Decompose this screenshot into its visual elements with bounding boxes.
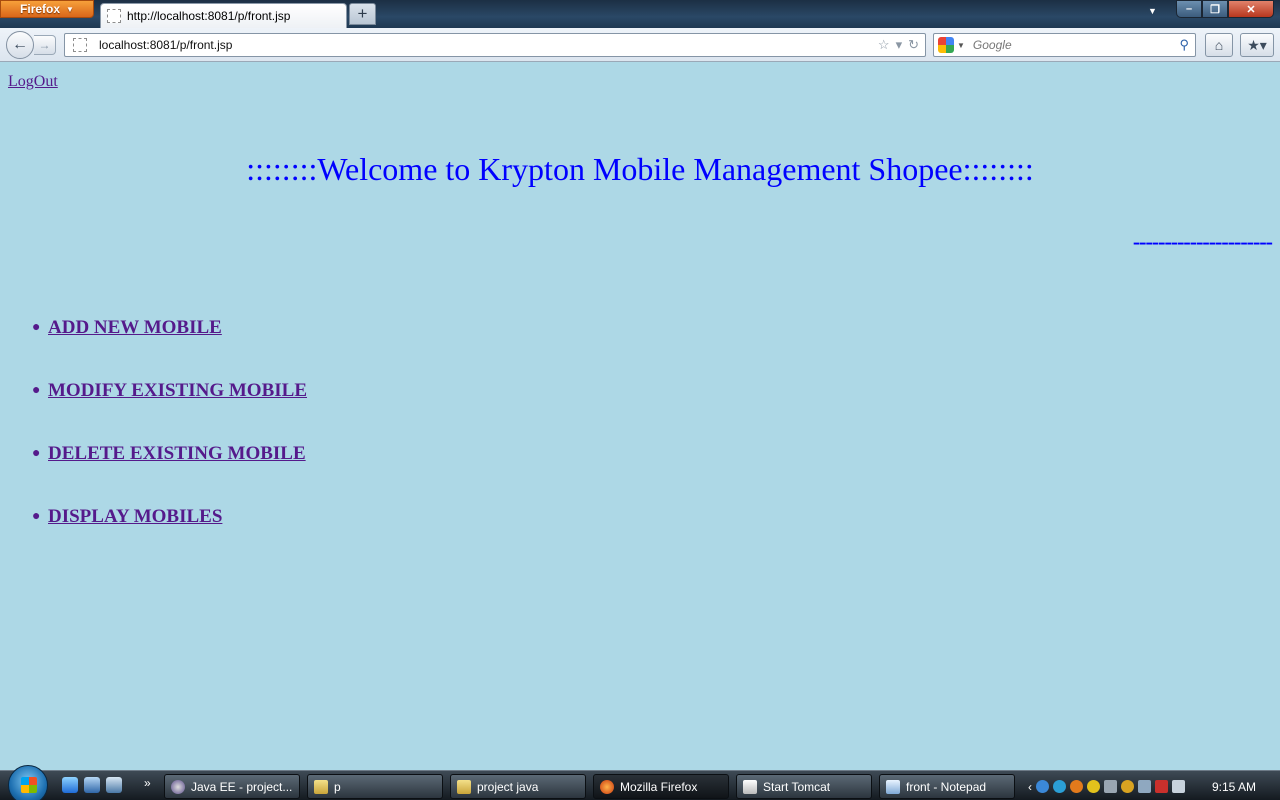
search-bar[interactable]: ▼ Google ⚲ bbox=[933, 33, 1196, 57]
show-desktop-icon[interactable] bbox=[84, 777, 100, 793]
notepad-icon bbox=[886, 779, 900, 794]
bullet-icon: ● bbox=[32, 383, 41, 398]
google-icon[interactable] bbox=[938, 37, 954, 53]
restore-button[interactable]: ❐ bbox=[1202, 0, 1228, 18]
network-app-icon[interactable] bbox=[1036, 780, 1049, 793]
bullet-icon: ● bbox=[32, 446, 41, 461]
security-icon[interactable] bbox=[1121, 780, 1134, 793]
taskbar-label: Start Tomcat bbox=[763, 779, 831, 794]
add-mobile-link[interactable]: ADD NEW MOBILE bbox=[48, 317, 222, 339]
action-menu: ● ADD NEW MOBILE ● MODIFY EXISTING MOBIL… bbox=[32, 317, 307, 569]
back-button[interactable]: ← bbox=[6, 31, 34, 59]
navigation-toolbar: ← → localhost:8081/p/front.jsp ☆ ▾ ↻ ▼ G… bbox=[0, 28, 1280, 62]
magnifier-icon[interactable]: ⚲ bbox=[1179, 37, 1189, 53]
new-tab-button[interactable]: + bbox=[349, 3, 376, 25]
start-button[interactable] bbox=[8, 765, 48, 800]
eclipse-icon bbox=[171, 779, 185, 794]
network-icon[interactable] bbox=[1104, 780, 1117, 793]
page-title: ::::::::Welcome to Krypton Mobile Manage… bbox=[246, 151, 1034, 187]
forward-button[interactable]: → bbox=[34, 35, 56, 55]
bookmark-star-icon[interactable]: ☆ bbox=[878, 37, 890, 53]
page-identity-icon bbox=[73, 38, 87, 52]
connection-error-icon[interactable] bbox=[1155, 780, 1168, 793]
tray-expand-icon[interactable]: ‹ bbox=[1028, 780, 1032, 794]
delete-mobile-link[interactable]: DELETE EXISTING MOBILE bbox=[48, 443, 306, 465]
tray-app-icon[interactable] bbox=[1087, 780, 1100, 793]
modify-mobile-link[interactable]: MODIFY EXISTING MOBILE bbox=[48, 380, 307, 402]
tab-list-icon[interactable]: ▼ bbox=[1148, 6, 1157, 16]
window-titlebar: Firefox ▼ http://localhost:8081/p/front.… bbox=[0, 0, 1280, 28]
taskbar-label: Java EE - project... bbox=[191, 779, 293, 794]
bookmarks-button[interactable]: ★▾ bbox=[1240, 33, 1274, 57]
taskbar-item-firefox[interactable]: Mozilla Firefox bbox=[593, 774, 729, 799]
globe-icon[interactable] bbox=[1053, 780, 1066, 793]
firefox-menu-button[interactable]: Firefox ▼ bbox=[0, 0, 94, 18]
logout-link[interactable]: LogOut bbox=[8, 73, 58, 91]
internet-explorer-icon[interactable] bbox=[62, 777, 78, 793]
chevron-down-icon: ▼ bbox=[66, 4, 74, 14]
bullet-icon: ● bbox=[32, 509, 41, 524]
firefox-menu-label: Firefox bbox=[20, 2, 61, 16]
reload-icon[interactable]: ↻ bbox=[908, 37, 919, 53]
address-bar[interactable]: localhost:8081/p/front.jsp ☆ ▾ ↻ bbox=[64, 33, 926, 57]
search-placeholder: Google bbox=[972, 38, 1012, 52]
taskbar-clock[interactable]: 9:15 AM bbox=[1212, 780, 1256, 794]
system-tray: ‹ 9:15 AM bbox=[1024, 774, 1280, 799]
tomcat-icon bbox=[743, 779, 757, 794]
home-button[interactable]: ⌂ bbox=[1205, 33, 1233, 57]
list-item: ● ADD NEW MOBILE bbox=[32, 317, 307, 339]
volume-icon[interactable] bbox=[1172, 780, 1185, 793]
folder-icon bbox=[314, 779, 328, 794]
firefox-icon bbox=[600, 779, 614, 794]
close-button[interactable]: ✕ bbox=[1228, 0, 1274, 18]
page-favicon-icon bbox=[107, 9, 121, 23]
taskbar-label: Mozilla Firefox bbox=[620, 779, 698, 794]
taskbar-item-p[interactable]: p bbox=[307, 774, 443, 799]
taskbar-item-tomcat[interactable]: Start Tomcat bbox=[736, 774, 872, 799]
taskbar-label: front - Notepad bbox=[906, 779, 987, 794]
history-dropdown-icon[interactable]: ▾ bbox=[896, 37, 903, 53]
bullet-icon: ● bbox=[32, 320, 41, 335]
taskbar-item-notepad[interactable]: front - Notepad bbox=[879, 774, 1015, 799]
quick-launch bbox=[62, 777, 122, 793]
url-text: localhost:8081/p/front.jsp bbox=[99, 38, 233, 52]
window-controls: – ❐ ✕ bbox=[1176, 0, 1274, 18]
url-tools: ☆ ▾ ↻ bbox=[878, 37, 919, 53]
taskbar-item-eclipse[interactable]: Java EE - project... bbox=[164, 774, 300, 799]
device-icon[interactable] bbox=[1138, 780, 1151, 793]
search-engine-dropdown-icon[interactable]: ▼ bbox=[957, 41, 965, 50]
list-item: ● DELETE EXISTING MOBILE bbox=[32, 443, 307, 465]
folder-icon bbox=[457, 779, 471, 794]
windows-taskbar: » Java EE - project... p project java Mo… bbox=[0, 765, 1280, 800]
quick-launch-overflow-icon[interactable]: » bbox=[144, 776, 151, 790]
minimize-button[interactable]: – bbox=[1176, 0, 1202, 18]
page-content: LogOut ::::::::Welcome to Krypton Mobile… bbox=[0, 63, 1280, 770]
taskbar-label: p bbox=[334, 779, 341, 794]
switch-windows-icon[interactable] bbox=[106, 777, 122, 793]
update-icon[interactable] bbox=[1070, 780, 1083, 793]
taskbar-label: project java bbox=[477, 779, 539, 794]
list-item: ● DISPLAY MOBILES bbox=[32, 506, 307, 528]
dash-divider: ---------------------- bbox=[1132, 229, 1273, 254]
taskbar-item-project-java[interactable]: project java bbox=[450, 774, 586, 799]
list-item: ● MODIFY EXISTING MOBILE bbox=[32, 380, 307, 402]
tab-active[interactable]: http://localhost:8081/p/front.jsp bbox=[100, 3, 347, 28]
display-mobiles-link[interactable]: DISPLAY MOBILES bbox=[48, 506, 222, 528]
tab-title: http://localhost:8081/p/front.jsp bbox=[127, 9, 291, 23]
